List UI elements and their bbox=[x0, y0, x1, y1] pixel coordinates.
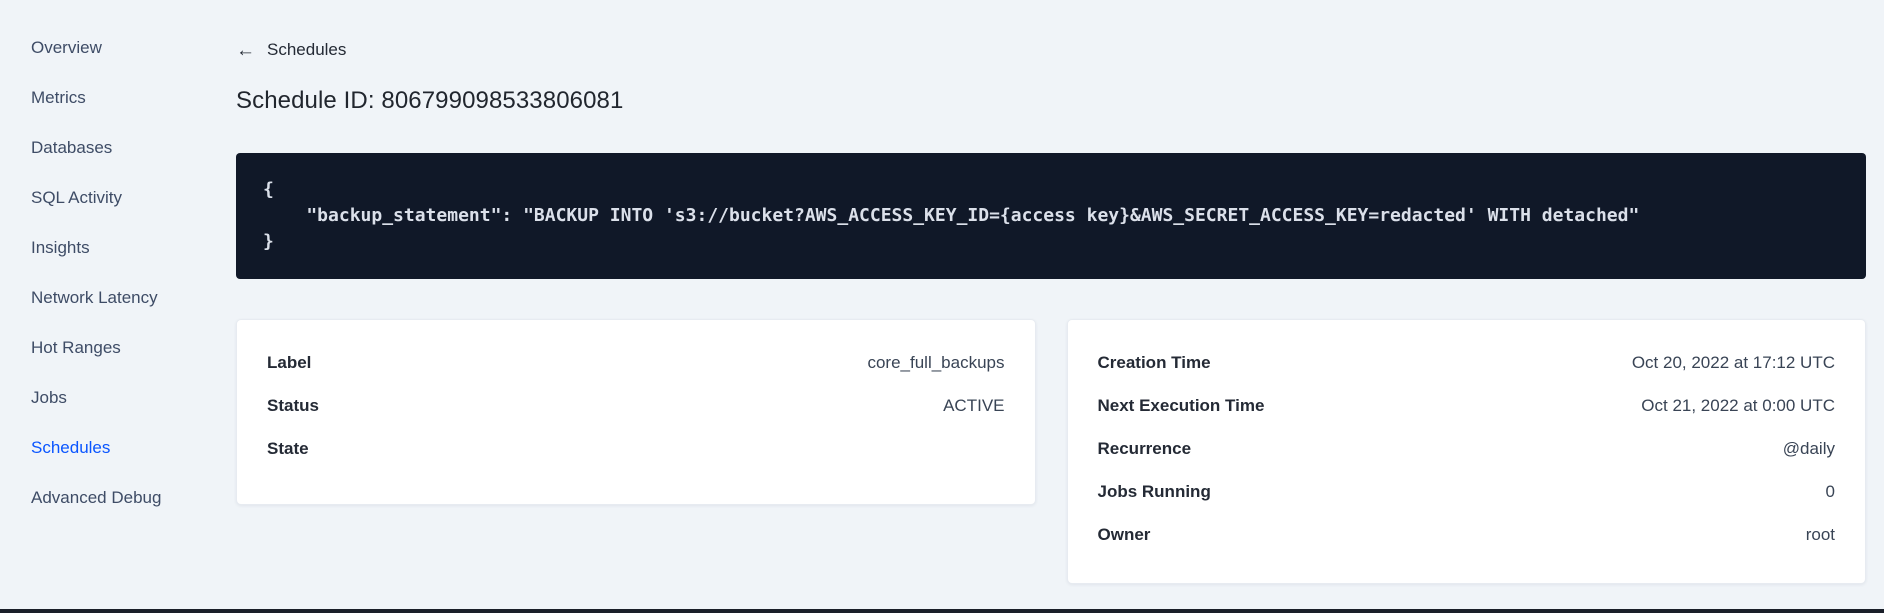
detail-row-jobs-running: Jobs Running 0 bbox=[1098, 471, 1836, 514]
detail-label: Next Execution Time bbox=[1097, 396, 1265, 415]
detail-label: Recurrence bbox=[1097, 439, 1192, 458]
detail-value: 0 bbox=[1825, 482, 1835, 501]
schedule-details-card: Label core_full_backups Status ACTIVE St… bbox=[236, 318, 1036, 505]
sidebar-item-metrics[interactable]: Metrics bbox=[0, 73, 236, 123]
code-line: "backup_statement": "BACKUP INTO 's3://b… bbox=[263, 204, 1640, 226]
backup-statement-code-block: { "backup_statement": "BACKUP INTO 's3:/… bbox=[236, 152, 1866, 279]
detail-value: root bbox=[1805, 525, 1835, 544]
detail-value: Oct 21, 2022 at 0:00 UTC bbox=[1641, 396, 1835, 415]
sidebar-item-jobs[interactable]: Jobs bbox=[0, 373, 236, 423]
detail-label: Creation Time bbox=[1097, 353, 1211, 372]
sidebar-item-network-latency[interactable]: Network Latency bbox=[0, 273, 236, 323]
detail-label: Jobs Running bbox=[1097, 482, 1211, 501]
sidebar-item-databases[interactable]: Databases bbox=[0, 123, 236, 173]
page-title: Schedule ID: 806799098533806081 bbox=[236, 86, 624, 114]
detail-row-recurrence: Recurrence @daily bbox=[1098, 428, 1836, 471]
detail-value: ACTIVE bbox=[943, 396, 1005, 415]
sidebar-item-advanced-debug[interactable]: Advanced Debug bbox=[0, 473, 236, 523]
schedule-detail-page: Overview Metrics Databases SQL Activity … bbox=[0, 0, 1884, 613]
detail-value: core_full_backups bbox=[867, 353, 1005, 372]
execution-details-card: Creation Time Oct 20, 2022 at 17:12 UTC … bbox=[1066, 318, 1866, 584]
detail-label: State bbox=[267, 439, 309, 458]
detail-row-owner: Owner root bbox=[1098, 514, 1836, 557]
code-line: } bbox=[263, 230, 274, 252]
sidebar-item-schedules[interactable]: Schedules bbox=[0, 423, 236, 473]
sidebar-item-hot-ranges[interactable]: Hot Ranges bbox=[0, 323, 236, 373]
detail-label: Owner bbox=[1097, 525, 1151, 544]
detail-label: Label bbox=[267, 353, 312, 372]
main-content: ← Schedules Schedule ID: 806799098533806… bbox=[236, 0, 1866, 584]
detail-row-next-execution-time: Next Execution Time Oct 21, 2022 at 0:00… bbox=[1098, 385, 1836, 428]
detail-label: Status bbox=[267, 396, 319, 415]
window-bottom-edge bbox=[0, 609, 1884, 613]
detail-row-status: Status ACTIVE bbox=[267, 385, 1005, 428]
detail-value: Oct 20, 2022 at 17:12 UTC bbox=[1631, 353, 1835, 372]
sidebar-item-sql-activity[interactable]: SQL Activity bbox=[0, 173, 236, 223]
back-to-schedules-link[interactable]: ← Schedules bbox=[236, 40, 346, 60]
sidebar-item-overview[interactable]: Overview bbox=[0, 23, 236, 73]
detail-row-state: State bbox=[267, 428, 1005, 471]
detail-row-label: Label core_full_backups bbox=[267, 342, 1005, 385]
sidebar-nav: Overview Metrics Databases SQL Activity … bbox=[0, 0, 236, 613]
sidebar-item-insights[interactable]: Insights bbox=[0, 223, 236, 273]
back-arrow-icon: ← bbox=[236, 39, 255, 61]
detail-cards: Label core_full_backups Status ACTIVE St… bbox=[236, 318, 1866, 584]
detail-row-creation-time: Creation Time Oct 20, 2022 at 17:12 UTC bbox=[1098, 342, 1836, 385]
back-link-label: Schedules bbox=[267, 40, 347, 59]
code-line: { bbox=[263, 178, 274, 200]
detail-value: @daily bbox=[1782, 439, 1835, 458]
